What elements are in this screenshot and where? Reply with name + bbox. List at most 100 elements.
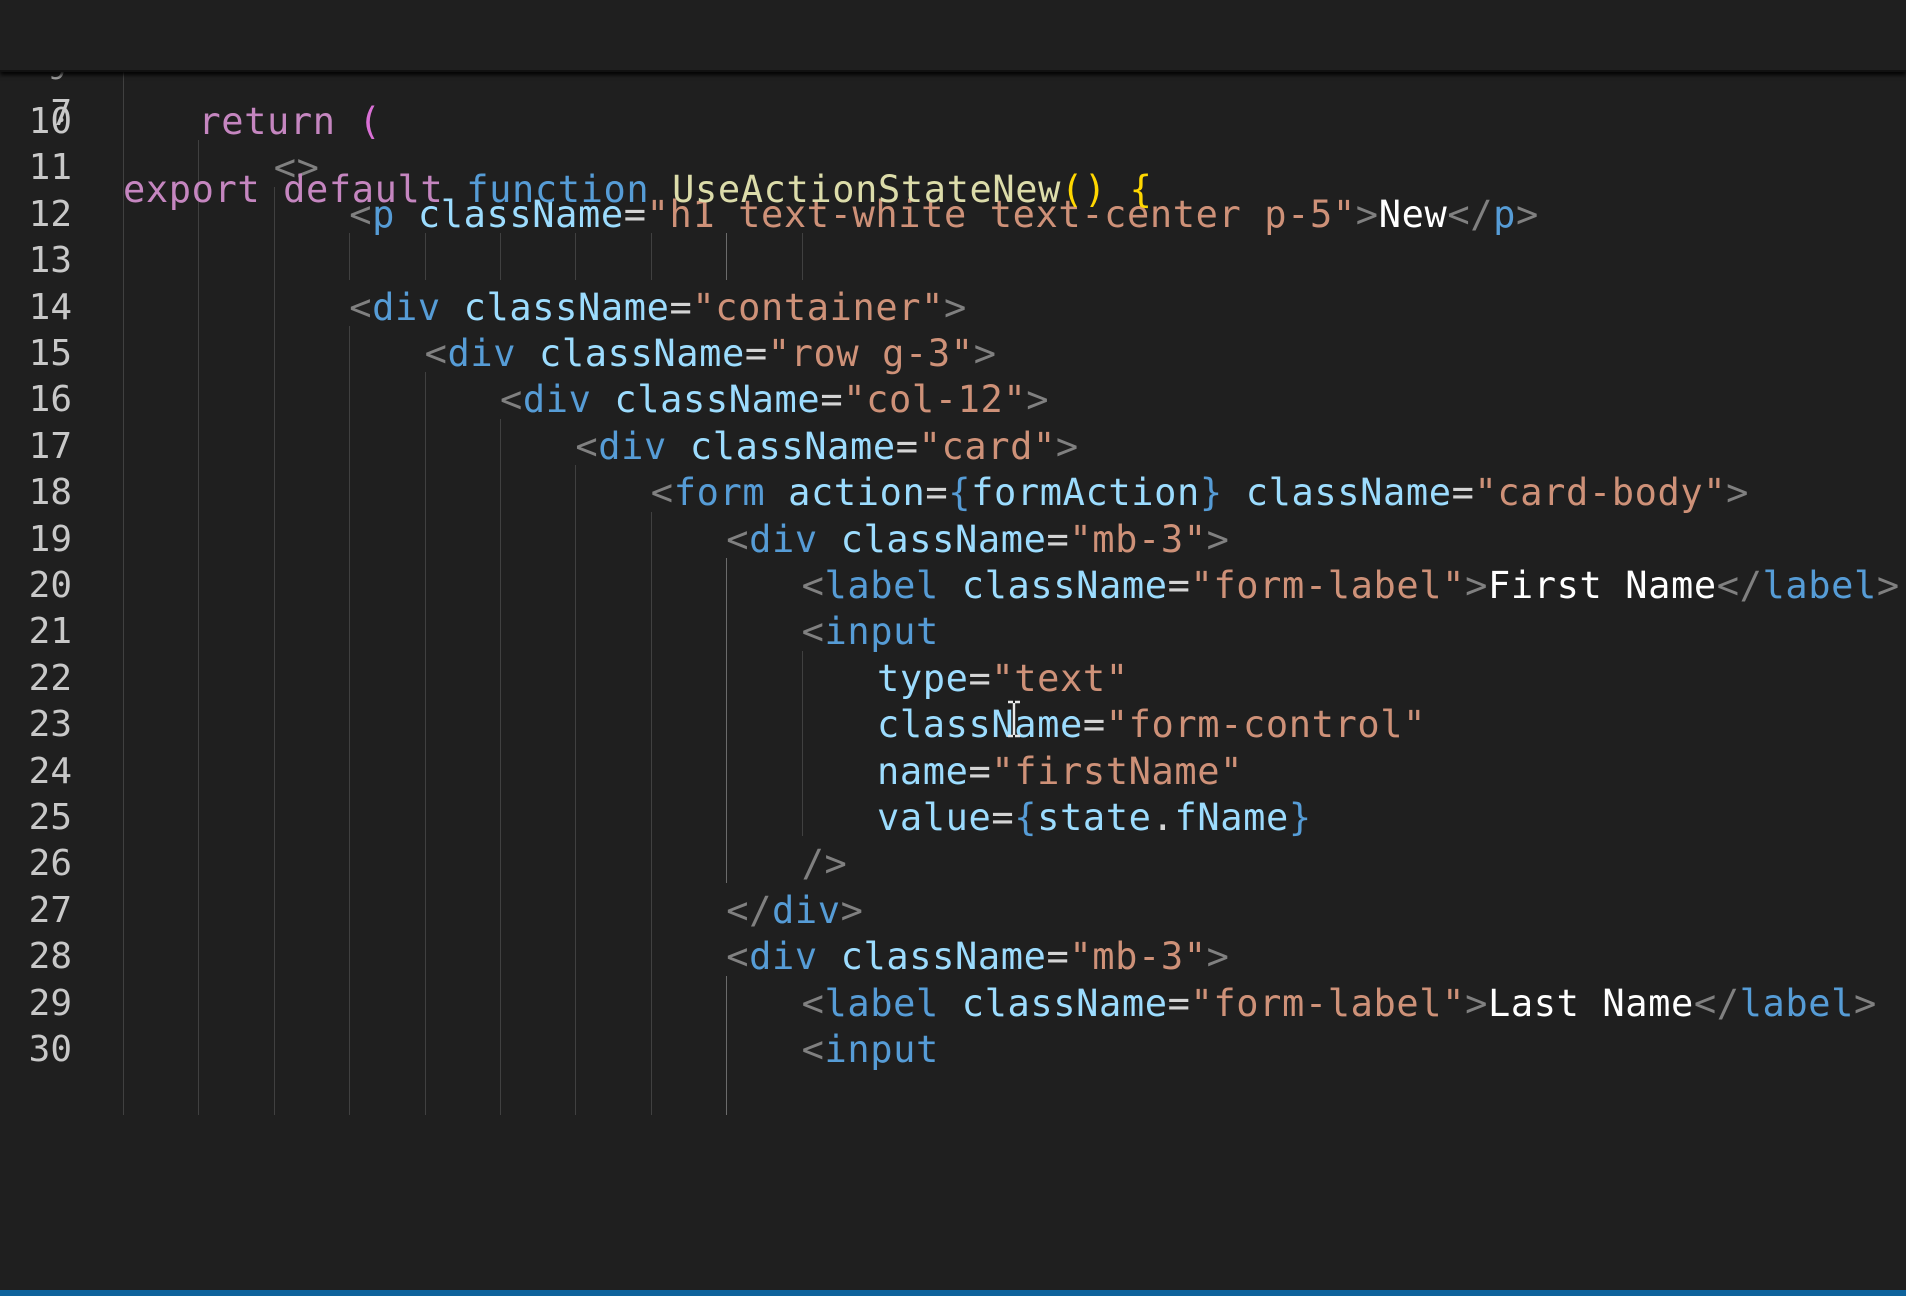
code-token: >	[1726, 471, 1749, 515]
text-cursor-icon	[1008, 700, 1020, 738]
code-token: >	[944, 285, 967, 329]
code-token: </	[726, 888, 772, 932]
code-token: >	[1465, 564, 1488, 607]
code-token: =	[669, 285, 693, 329]
code-token: input	[824, 1028, 939, 1071]
code-token: </	[1447, 192, 1494, 236]
code-token: =	[1046, 517, 1070, 561]
code-token: value	[877, 796, 992, 839]
code-token: =	[1082, 703, 1106, 747]
code-token: >	[1854, 981, 1877, 1025]
code-token: New	[1378, 192, 1448, 236]
code-token: <	[726, 517, 750, 561]
code-token: div	[749, 935, 818, 979]
line-number: 30	[28, 1029, 72, 1070]
code-token: >	[1515, 192, 1539, 236]
code-token: =	[895, 424, 919, 468]
code-token: label	[824, 981, 939, 1025]
code-token: >	[1206, 517, 1230, 561]
code-token: div	[372, 285, 441, 329]
code-token: className	[840, 517, 1047, 561]
code-token: "card"	[918, 424, 1056, 468]
code-token: <	[801, 1028, 825, 1071]
code-token: className	[539, 332, 745, 375]
code-token: div	[771, 888, 841, 932]
code-token: >	[1876, 564, 1900, 607]
code-editor[interactable]: 10return (11<>12<p className="h1 text-wh…	[0, 0, 1906, 1296]
code-token: label	[1762, 564, 1877, 607]
code-token: div	[522, 378, 592, 422]
code-token: state	[1037, 796, 1152, 839]
code-token: Last Name	[1487, 981, 1694, 1025]
code-token: =	[1167, 564, 1191, 607]
code-token: {	[948, 471, 972, 515]
code-token: className	[840, 935, 1047, 979]
code-text[interactable]: <input	[802, 1022, 939, 1078]
code-token: type	[877, 656, 969, 700]
code-token: className	[877, 703, 1083, 747]
status-bar	[0, 1290, 1906, 1296]
code-token: (	[358, 100, 382, 143]
code-token: ()	[1060, 168, 1107, 211]
code-token: name	[877, 749, 969, 793]
code-token: =	[744, 332, 768, 375]
code-token: "form-label"	[1190, 981, 1466, 1025]
code-token: export	[123, 168, 261, 211]
code-token: =	[991, 796, 1015, 839]
code-token: formAction	[971, 471, 1200, 515]
code-line[interactable]: 30 <input	[0, 1022, 1906, 1078]
code-token: >	[1465, 981, 1488, 1025]
code-token: =	[1046, 935, 1070, 979]
code-token: "form-control"	[1105, 703, 1427, 747]
code-token: className	[463, 285, 670, 329]
code-token: =	[1451, 471, 1475, 515]
code-token: }	[1288, 796, 1312, 839]
code-token: >	[840, 888, 864, 932]
code-token: label	[824, 564, 939, 607]
code-token: return	[198, 100, 336, 143]
code-token: className	[961, 564, 1168, 607]
code-token: <	[349, 285, 373, 329]
code-token: <	[575, 424, 599, 468]
code-token: "text"	[991, 656, 1129, 700]
code-token: <	[500, 378, 523, 422]
code-token: =	[968, 656, 992, 700]
code-token: =	[968, 749, 992, 793]
code-token: <	[801, 981, 825, 1025]
code-token: div	[749, 517, 818, 561]
code-token: "row g-3"	[767, 332, 974, 375]
code-token: div	[447, 332, 517, 375]
sticky-code-text[interactable]: export default function UseActionStateNe…	[123, 152, 1153, 228]
code-token: form	[673, 471, 766, 515]
sticky-scroll-line[interactable]: 7 export default function UseActionState…	[0, 0, 1906, 211]
code-token: "card-body"	[1474, 471, 1727, 515]
code-token: className	[1245, 471, 1452, 515]
code-token: =	[1167, 981, 1191, 1025]
code-token: <	[726, 935, 750, 979]
code-token: First Name	[1487, 564, 1717, 607]
code-token: className	[689, 424, 896, 468]
code-token: </	[1716, 564, 1763, 607]
code-token: >	[1355, 192, 1379, 236]
line-number: 7	[50, 93, 72, 134]
code-token: }	[1199, 471, 1223, 515]
code-token: />	[801, 842, 848, 886]
code-token: >	[1026, 378, 1050, 422]
code-token: fName	[1174, 796, 1289, 839]
code-token: default	[283, 168, 444, 211]
code-token: >	[1206, 935, 1230, 979]
code-token: "firstName"	[991, 749, 1244, 793]
code-token: >	[1055, 424, 1079, 468]
code-token: </	[1693, 981, 1740, 1025]
